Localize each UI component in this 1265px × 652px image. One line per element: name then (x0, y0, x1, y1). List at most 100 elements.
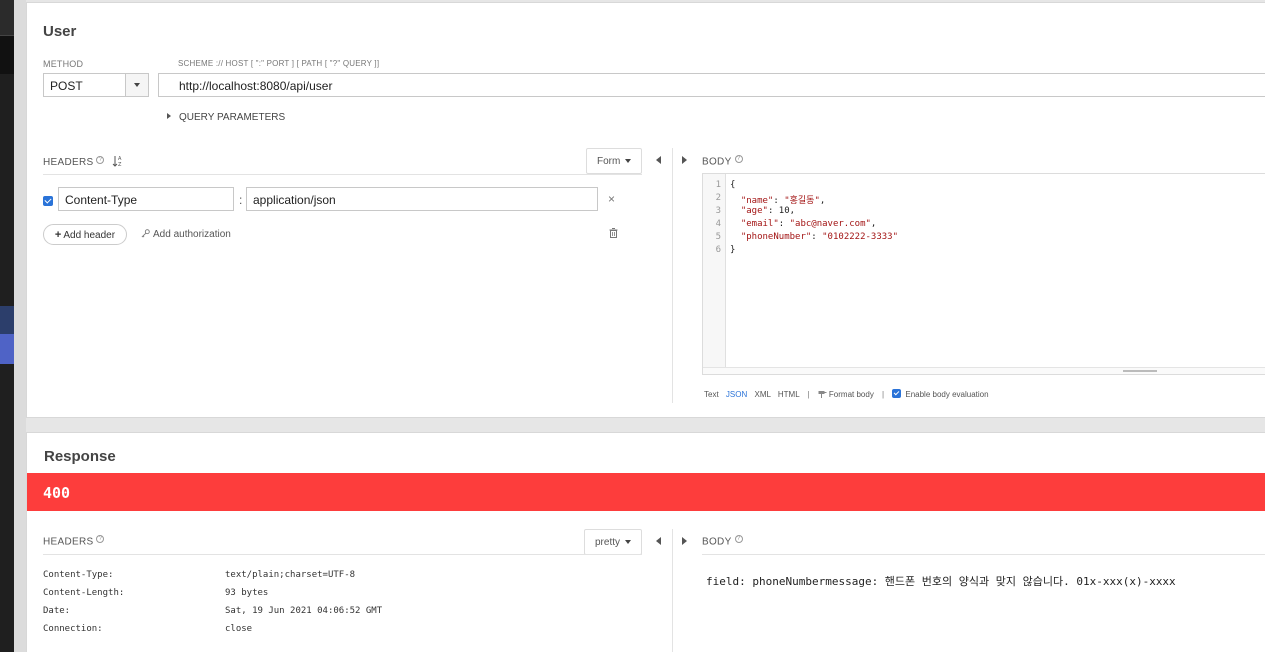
code-line: } (730, 245, 736, 255)
collapse-right-icon[interactable] (682, 537, 687, 545)
code-line: "phoneNumber": "0102222-3333" (730, 232, 898, 242)
request-panel: User METHOD SCHEME :// HOST [ ":" PORT ]… (26, 2, 1265, 418)
response-header-name: Connection: (43, 624, 103, 634)
chevron-down-icon[interactable] (125, 74, 148, 96)
response-panel: Response 400 HEADERS? pretty Content-Typ… (26, 432, 1265, 652)
collapse-right-icon[interactable] (682, 156, 687, 164)
panel-gap (14, 0, 26, 652)
response-header-value: Sat, 19 Jun 2021 04:06:52 GMT (225, 606, 383, 616)
splitter[interactable] (672, 148, 673, 403)
header-value-input[interactable]: application/json (246, 187, 598, 211)
body-format-bar: Text JSON XML HTML | Format body | Enabl… (704, 389, 989, 399)
resize-handle[interactable] (1123, 370, 1157, 372)
response-header-name: Content-Type: (43, 570, 114, 580)
help-circle-icon[interactable]: ? (734, 535, 743, 543)
help-circle-icon[interactable]: ? (734, 155, 743, 163)
json-sep: : (773, 196, 785, 206)
json-value: "0102222-3333" (822, 232, 898, 242)
enable-body-evaluation-label: Enable body evaluation (905, 390, 989, 399)
response-body-text: field: phoneNumbermessage: 핸드폰 번호의 양식과 맞… (706, 575, 1176, 588)
format-text-tab[interactable]: Text (704, 390, 719, 399)
json-key: "age" (740, 206, 768, 216)
status-code: 400 (43, 484, 71, 502)
sidebar-segment-active[interactable] (0, 334, 14, 364)
help-circle-icon[interactable]: ? (96, 155, 105, 164)
horizontal-scrollbar[interactable] (703, 367, 1265, 374)
method-select[interactable]: POST (43, 73, 149, 97)
chevron-down-icon (625, 159, 632, 163)
add-authorization-button[interactable]: Add authorization (141, 229, 231, 240)
json-key: "name" (740, 196, 774, 206)
line-number: 3 (715, 206, 721, 216)
response-header-value: 93 bytes (225, 588, 269, 598)
collapse-left-icon[interactable] (656, 156, 661, 164)
response-body-label: BODY (702, 536, 732, 548)
body-label: BODY (702, 156, 732, 168)
format-body-button[interactable]: Format body (818, 390, 874, 399)
trash-icon[interactable] (609, 228, 618, 238)
header-enabled-checkbox[interactable] (43, 196, 53, 206)
header-name-input[interactable]: Content-Type (58, 187, 234, 211)
format-xml-tab[interactable]: XML (754, 390, 770, 399)
chevron-down-icon (625, 540, 632, 544)
response-headers-section-label: HEADERS? (43, 535, 105, 547)
method-label: METHOD (43, 59, 84, 69)
query-parameters-toggle[interactable]: QUERY PARAMETERS (167, 112, 285, 123)
code-line: "email": "abc@naver.com", (730, 219, 876, 229)
json-tail: , (789, 206, 796, 216)
json-tail: , (870, 219, 877, 229)
key-icon (141, 229, 150, 238)
checkbox-checked-icon[interactable] (892, 389, 902, 398)
headers-label: HEADERS (43, 157, 94, 168)
response-body-section-label: BODY? (702, 535, 743, 547)
body-editor[interactable]: 1 2 3 4 5 6 { "name": "홍길동", "age": 10, … (702, 173, 1265, 375)
sidebar-segment (0, 36, 14, 74)
format-json-tab[interactable]: JSON (726, 390, 747, 399)
json-value: "abc@naver.com" (789, 219, 871, 229)
separator: | (807, 390, 810, 399)
line-number: 4 (715, 219, 721, 229)
splitter[interactable] (672, 529, 673, 652)
add-authorization-label: Add authorization (153, 229, 231, 240)
close-icon[interactable]: × (608, 192, 615, 206)
request-title: User (43, 23, 77, 40)
method-value: POST (50, 79, 83, 93)
help-circle-icon[interactable]: ? (96, 535, 105, 543)
code-line: { (730, 180, 736, 190)
json-value: 10 (778, 206, 790, 216)
json-key: "phoneNumber" (740, 232, 812, 242)
header-separator: : (239, 193, 243, 207)
collapse-left-icon[interactable] (656, 537, 661, 545)
line-number: 1 (715, 180, 721, 190)
sidebar-segment-selected[interactable] (0, 306, 14, 334)
response-headers-mode-value: pretty (595, 537, 621, 548)
line-number-gutter: 1 2 3 4 5 6 (703, 174, 726, 374)
status-bar: 400 (27, 473, 1265, 511)
separator: | (882, 390, 885, 399)
format-html-tab[interactable]: HTML (778, 390, 799, 399)
line-number: 6 (715, 245, 721, 255)
headers-section-label: HEADERS? A Z (43, 155, 124, 168)
sort-az-icon[interactable]: A Z (112, 155, 124, 168)
url-label: SCHEME :// HOST [ ":" PORT ] [ PATH [ "?… (178, 59, 380, 68)
line-number: 2 (715, 193, 721, 203)
divider (43, 554, 642, 555)
line-number: 5 (715, 232, 721, 242)
response-header-value: close (225, 624, 253, 634)
headers-mode-value: Form (597, 156, 621, 167)
json-value: "홍길동" (784, 196, 820, 206)
json-key: "email" (740, 219, 779, 229)
json-sep: : (767, 206, 779, 216)
add-header-button[interactable]: + Add header (43, 224, 127, 245)
enable-body-evaluation-toggle[interactable]: Enable body evaluation (892, 389, 989, 399)
code-line: "name": "홍길동", (730, 193, 825, 206)
response-header-name: Content-Length: (43, 588, 125, 598)
response-headers-mode-dropdown[interactable]: pretty (584, 529, 643, 555)
sidebar-segment (0, 0, 14, 36)
url-input[interactable]: http://localhost:8080/api/user (158, 73, 1265, 97)
response-header-name: Date: (43, 606, 71, 616)
format-body-label: Format body (828, 390, 874, 399)
left-sidebar-strip (0, 0, 14, 652)
headers-mode-dropdown[interactable]: Form (586, 148, 643, 174)
code-line: "age": 10, (730, 206, 795, 216)
